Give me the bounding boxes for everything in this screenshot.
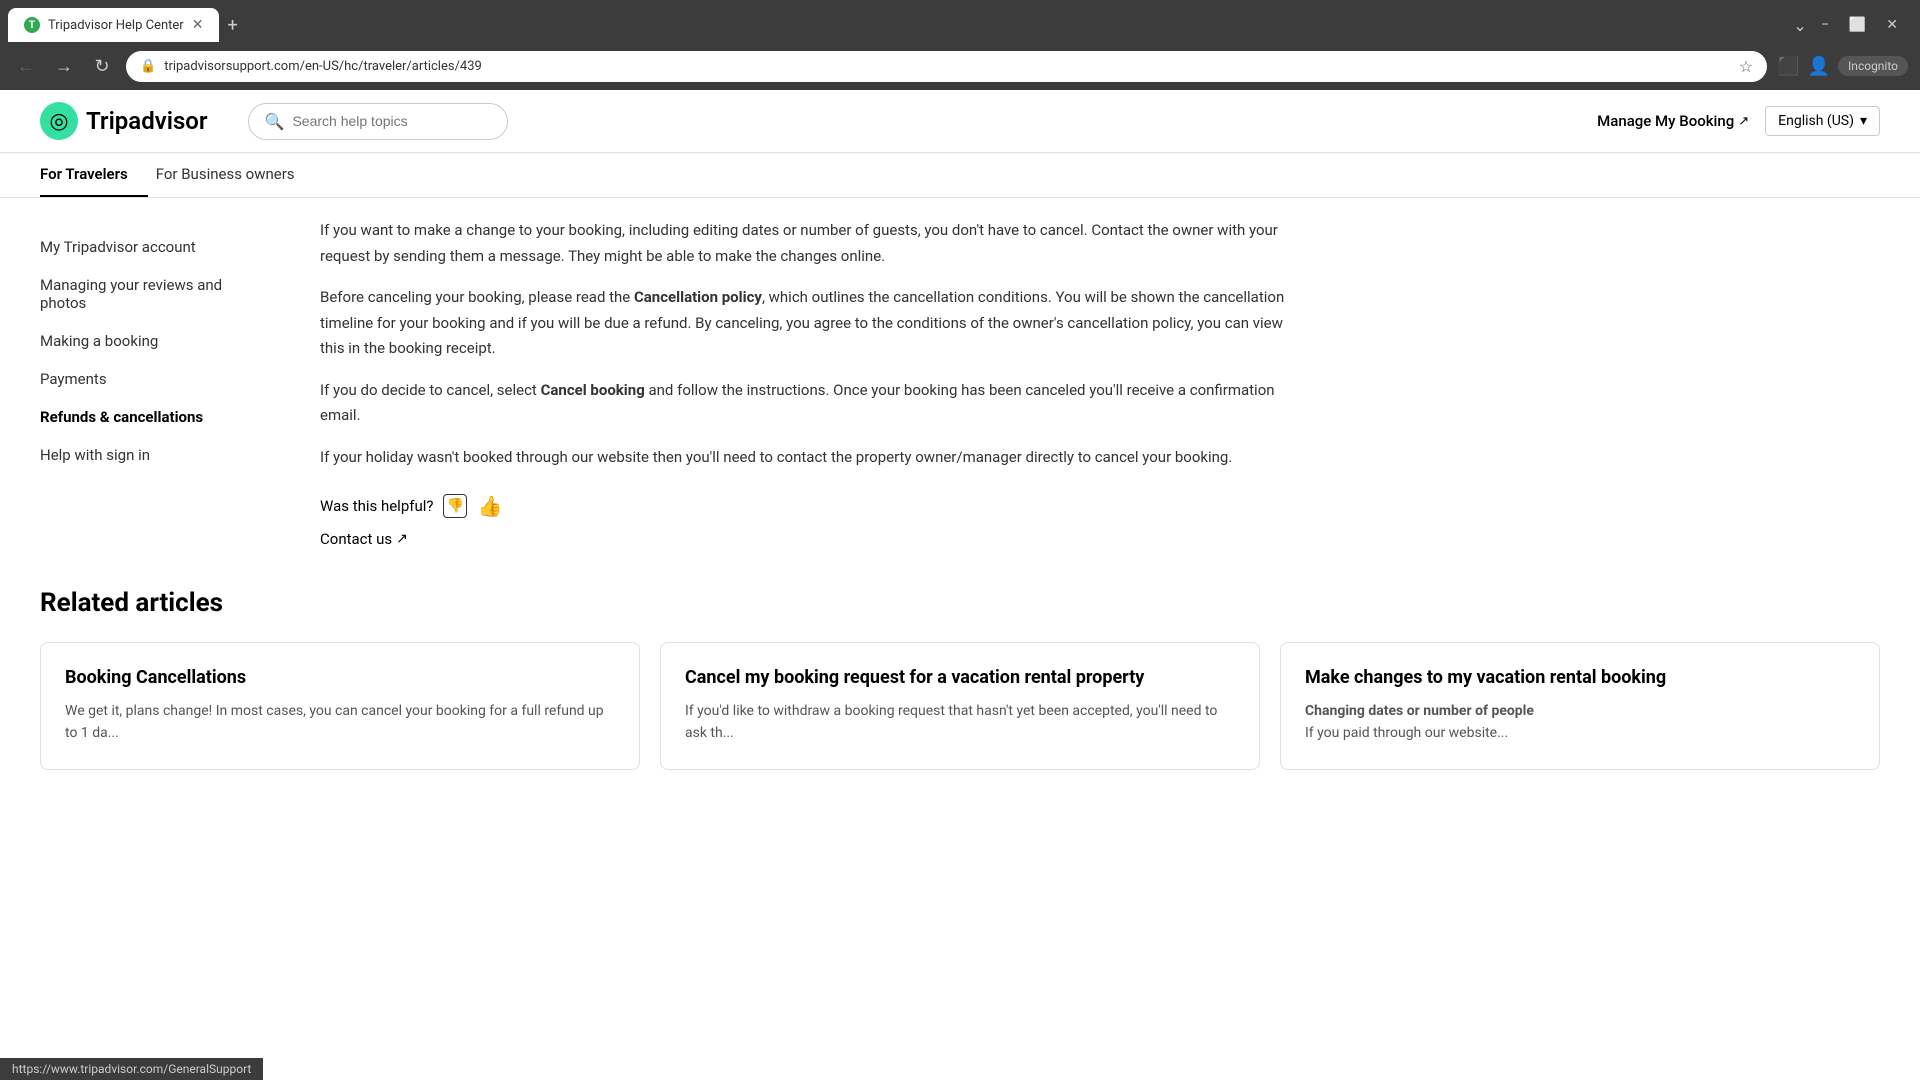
thumbup-icon: 👍 — [477, 494, 502, 518]
sidebar-item-help-signin[interactable]: Help with sign in — [40, 436, 260, 474]
thumbup-button[interactable]: 👍 — [477, 494, 502, 518]
language-text: English (US) — [1778, 113, 1854, 129]
thumbdown-icon: 👎 — [447, 498, 464, 514]
main-layout: My Tripadvisor account Managing your rev… — [0, 198, 1920, 568]
tab-title: Tripadvisor Help Center — [48, 18, 184, 33]
search-box[interactable]: 🔍 — [248, 103, 508, 140]
content-paragraph-1: If you want to make a change to your boo… — [320, 218, 1290, 269]
url-text: tripadvisorsupport.com/en-US/hc/traveler… — [164, 59, 1731, 74]
refresh-button[interactable]: ↻ — [88, 52, 116, 80]
tab-close-button[interactable]: ✕ — [192, 17, 204, 33]
forward-button[interactable]: → — [50, 52, 78, 80]
contact-us-text: Contact us — [320, 530, 392, 548]
window-close-button[interactable]: ✕ — [1880, 15, 1904, 35]
related-articles-section: Related articles Booking Cancellations W… — [0, 568, 1920, 810]
sidebar-item-refunds[interactable]: Refunds & cancellations — [40, 398, 260, 436]
logo[interactable]: ◎ Tripadvisor — [40, 102, 208, 140]
card-3-excerpt-extra: If you paid through our website... — [1305, 722, 1855, 744]
external-link-icon: ↗ — [1738, 114, 1749, 129]
thumbdown-button[interactable]: 👎 — [443, 494, 467, 518]
tab-favicon: T — [24, 17, 40, 33]
account-icon[interactable]: 👤 — [1808, 56, 1830, 77]
manage-booking-text: Manage My Booking — [1597, 112, 1734, 130]
new-tab-button[interactable]: + — [219, 11, 245, 40]
sidebar-item-making-booking[interactable]: Making a booking — [40, 322, 260, 360]
lock-icon: 🔒 — [140, 59, 156, 74]
tab-for-business-owners[interactable]: For Business owners — [156, 153, 315, 197]
maximize-button[interactable]: ⬜ — [1843, 15, 1872, 35]
tab-for-travelers[interactable]: For Travelers — [40, 153, 148, 197]
content-paragraph-4: If your holiday wasn't booked through ou… — [320, 445, 1290, 471]
incognito-badge: Incognito — [1838, 56, 1908, 76]
content-area: If you want to make a change to your boo… — [280, 198, 1330, 568]
sidebar-item-payments[interactable]: Payments — [40, 360, 260, 398]
status-bar: https://www.tripadvisor.com/GeneralSuppo… — [0, 1058, 263, 1080]
cancel-booking-bold: Cancel booking — [541, 381, 645, 399]
nav-tabs: For Travelers For Business owners — [0, 153, 1920, 198]
tab-list-button[interactable]: ⌄ — [1793, 16, 1806, 35]
contact-external-icon: ↗ — [396, 531, 408, 547]
related-cards-grid: Booking Cancellations We get it, plans c… — [40, 642, 1880, 770]
search-icon: 🔍 — [265, 112, 285, 131]
manage-booking-link[interactable]: Manage My Booking ↗ — [1597, 112, 1749, 130]
card-1-excerpt: We get it, plans change! In most cases, … — [65, 700, 615, 745]
back-button[interactable]: ← — [12, 52, 40, 80]
sidebar-item-my-account[interactable]: My Tripadvisor account — [40, 228, 260, 266]
header-right: Manage My Booking ↗ English (US) ▾ — [1597, 106, 1880, 136]
active-tab[interactable]: T Tripadvisor Help Center ✕ — [8, 8, 219, 42]
related-card-1[interactable]: Booking Cancellations We get it, plans c… — [40, 642, 640, 770]
card-3-excerpt-bold: Changing dates or number of people — [1305, 700, 1855, 722]
card-2-title: Cancel my booking request for a vacation… — [685, 667, 1235, 688]
site-header: ◎ Tripadvisor 🔍 Manage My Booking ↗ Engl… — [0, 90, 1920, 153]
sidebar: My Tripadvisor account Managing your rev… — [40, 198, 280, 568]
related-articles-title: Related articles — [40, 588, 1880, 618]
extensions-icon[interactable]: ⬛ — [1777, 56, 1799, 77]
contact-us-link[interactable]: Contact us ↗ — [320, 530, 1290, 548]
card-2-excerpt: If you'd like to withdraw a booking requ… — [685, 700, 1235, 745]
card-3-title: Make changes to my vacation rental booki… — [1305, 667, 1855, 688]
address-bar[interactable]: 🔒 tripadvisorsupport.com/en-US/hc/travel… — [126, 51, 1767, 82]
related-card-3[interactable]: Make changes to my vacation rental booki… — [1280, 642, 1880, 770]
logo-text: Tripadvisor — [86, 107, 208, 135]
minimize-button[interactable]: − — [1815, 15, 1835, 35]
card-3-excerpt: Changing dates or number of people If yo… — [1305, 700, 1855, 745]
content-text: If you want to make a change to your boo… — [320, 218, 1290, 470]
logo-icon: ◎ — [40, 102, 78, 140]
status-bar-url: https://www.tripadvisor.com/GeneralSuppo… — [12, 1062, 251, 1076]
language-selector[interactable]: English (US) ▾ — [1765, 106, 1880, 136]
card-1-title: Booking Cancellations — [65, 667, 615, 688]
feedback-label: Was this helpful? — [320, 497, 433, 515]
feedback-row: Was this helpful? 👎 👍 — [320, 494, 1290, 518]
content-paragraph-2: Before canceling your booking, please re… — [320, 285, 1290, 362]
search-input[interactable] — [292, 113, 490, 129]
cancellation-policy-bold: Cancellation policy — [634, 288, 762, 306]
related-card-2[interactable]: Cancel my booking request for a vacation… — [660, 642, 1260, 770]
bookmark-icon[interactable]: ☆ — [1739, 57, 1753, 76]
chevron-down-icon: ▾ — [1860, 113, 1867, 129]
sidebar-item-managing-reviews[interactable]: Managing your reviews and photos — [40, 266, 260, 322]
content-paragraph-3: If you do decide to cancel, select Cance… — [320, 378, 1290, 429]
